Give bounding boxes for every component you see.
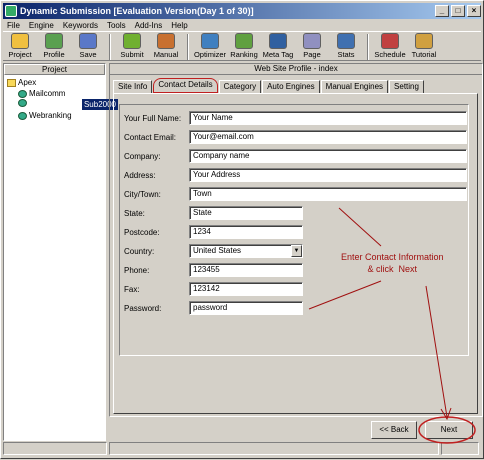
phone-field[interactable]: 123455 <box>189 263 303 277</box>
stats-button[interactable]: Stats <box>329 33 363 59</box>
submit-icon <box>123 33 141 49</box>
menu-help[interactable]: Help <box>171 21 187 30</box>
city-row: City/Town: Town <box>124 187 467 201</box>
toolbar-separator <box>109 34 111 60</box>
close-button[interactable]: × <box>467 5 481 17</box>
main-panel: Web Site Profile - index Site Info Conta… <box>109 63 483 417</box>
manual-button[interactable]: Manual <box>149 33 183 59</box>
tab-bar: Site Info Contact Details Category Auto … <box>113 78 425 93</box>
save-button[interactable]: Save <box>71 33 105 59</box>
next-button[interactable]: Next <box>425 421 473 439</box>
site-icon <box>18 111 27 120</box>
main-panel-header: Web Site Profile - index <box>110 64 482 75</box>
annotation-text: Enter Contact Information & click Next <box>341 252 444 274</box>
tree-root[interactable]: Apex <box>4 77 105 88</box>
email-field[interactable]: Your@email.com <box>189 130 467 144</box>
fax-row: Fax: 123142 <box>124 282 303 296</box>
country-row: Country: United States ▼ <box>124 244 303 258</box>
toolbar-separator <box>187 34 189 60</box>
toolbar-separator <box>367 34 369 60</box>
country-select[interactable]: United States ▼ <box>189 244 303 258</box>
profile-button[interactable]: Profile <box>37 33 71 59</box>
meta-tag-icon <box>269 33 287 49</box>
password-field[interactable]: password <box>189 301 303 315</box>
ranking-button[interactable]: Ranking <box>227 33 261 59</box>
schedule-button[interactable]: Schedule <box>373 33 407 59</box>
postcode-field[interactable]: 1234 <box>189 225 303 239</box>
optimizer-icon <box>201 33 219 49</box>
menu-engine[interactable]: Engine <box>29 21 54 30</box>
manual-icon <box>157 33 175 49</box>
project-icon <box>11 33 29 49</box>
contact-form: Your Full Name: Your Name Contact Email: Y… <box>119 104 469 356</box>
title-bar: Dynamic Submission [Evaluation Version(D… <box>3 3 481 19</box>
status-pane <box>3 442 107 455</box>
company-field[interactable]: Company name <box>189 149 467 163</box>
state-row: State: State <box>124 206 303 220</box>
chevron-down-icon[interactable]: ▼ <box>291 245 302 257</box>
back-button[interactable]: << Back <box>371 421 417 439</box>
menu-file[interactable]: File <box>7 21 20 30</box>
project-panel-header: Project <box>4 64 105 75</box>
tab-site-info[interactable]: Site Info <box>113 80 153 93</box>
toolbar: Project Profile Save Submit Manual Optim… <box>3 31 481 61</box>
menu-add-ins[interactable]: Add-Ins <box>135 21 163 30</box>
optimizer-button[interactable]: Optimizer <box>193 33 227 59</box>
address-field[interactable]: Your Address <box>189 168 467 182</box>
status-pane <box>441 442 479 455</box>
status-pane <box>109 442 439 455</box>
page-icon <box>303 33 321 49</box>
full-name-row: Your Full Name: Your Name <box>124 111 467 125</box>
full-name-field[interactable]: Your Name <box>189 111 467 125</box>
project-tree: Apex Mailcomm Sub2000 Webranking <box>4 75 118 123</box>
address-row: Address: Your Address <box>124 168 467 182</box>
phone-row: Phone: 123455 <box>124 263 303 277</box>
fax-field[interactable]: 123142 <box>189 282 303 296</box>
site-icon <box>18 99 27 107</box>
app-icon <box>5 5 17 17</box>
menu-keywords[interactable]: Keywords <box>63 21 98 30</box>
minimize-button[interactable]: _ <box>435 5 449 17</box>
tree-item-sub2000[interactable]: Sub2000 <box>4 99 118 110</box>
project-panel: Project Apex Mailcomm Sub2000 Webranking <box>3 63 118 441</box>
status-bar <box>3 442 481 457</box>
tutorial-button[interactable]: Tutorial <box>407 33 441 59</box>
folder-icon <box>7 78 16 87</box>
page-button[interactable]: Page <box>295 33 329 59</box>
tab-auto-engines[interactable]: Auto Engines <box>262 80 320 93</box>
postcode-row: Postcode: 1234 <box>124 225 303 239</box>
menu-tools[interactable]: Tools <box>107 21 126 30</box>
project-button[interactable]: Project <box>3 33 37 59</box>
state-field[interactable]: State <box>189 206 303 220</box>
password-row: Password: password <box>124 301 303 315</box>
tab-contact-details[interactable]: Contact Details <box>153 78 218 93</box>
email-row: Contact Email: Your@email.com <box>124 130 467 144</box>
tab-category[interactable]: Category <box>218 80 262 93</box>
city-field[interactable]: Town <box>189 187 467 201</box>
schedule-icon <box>381 33 399 49</box>
meta-tag-button[interactable]: Meta Tag <box>261 33 295 59</box>
tree-item-mailcomm[interactable]: Mailcomm <box>4 88 105 99</box>
profile-icon <box>45 33 63 49</box>
company-row: Company: Company name <box>124 149 467 163</box>
app-window: Dynamic Submission [Evaluation Version(D… <box>0 0 484 459</box>
submit-button[interactable]: Submit <box>115 33 149 59</box>
window-title: Dynamic Submission [Evaluation Version(D… <box>20 6 254 16</box>
tab-setting[interactable]: Setting <box>389 80 424 93</box>
tab-manual-engines[interactable]: Manual Engines <box>320 80 389 93</box>
maximize-button[interactable]: □ <box>451 5 465 17</box>
menu-bar: File Engine Keywords Tools Add-Ins Help <box>3 19 193 31</box>
tutorial-icon <box>415 33 433 49</box>
save-icon <box>79 33 97 49</box>
stats-icon <box>337 33 355 49</box>
tree-item-webranking[interactable]: Webranking <box>4 110 105 121</box>
ranking-icon <box>235 33 253 49</box>
site-icon <box>18 89 27 98</box>
